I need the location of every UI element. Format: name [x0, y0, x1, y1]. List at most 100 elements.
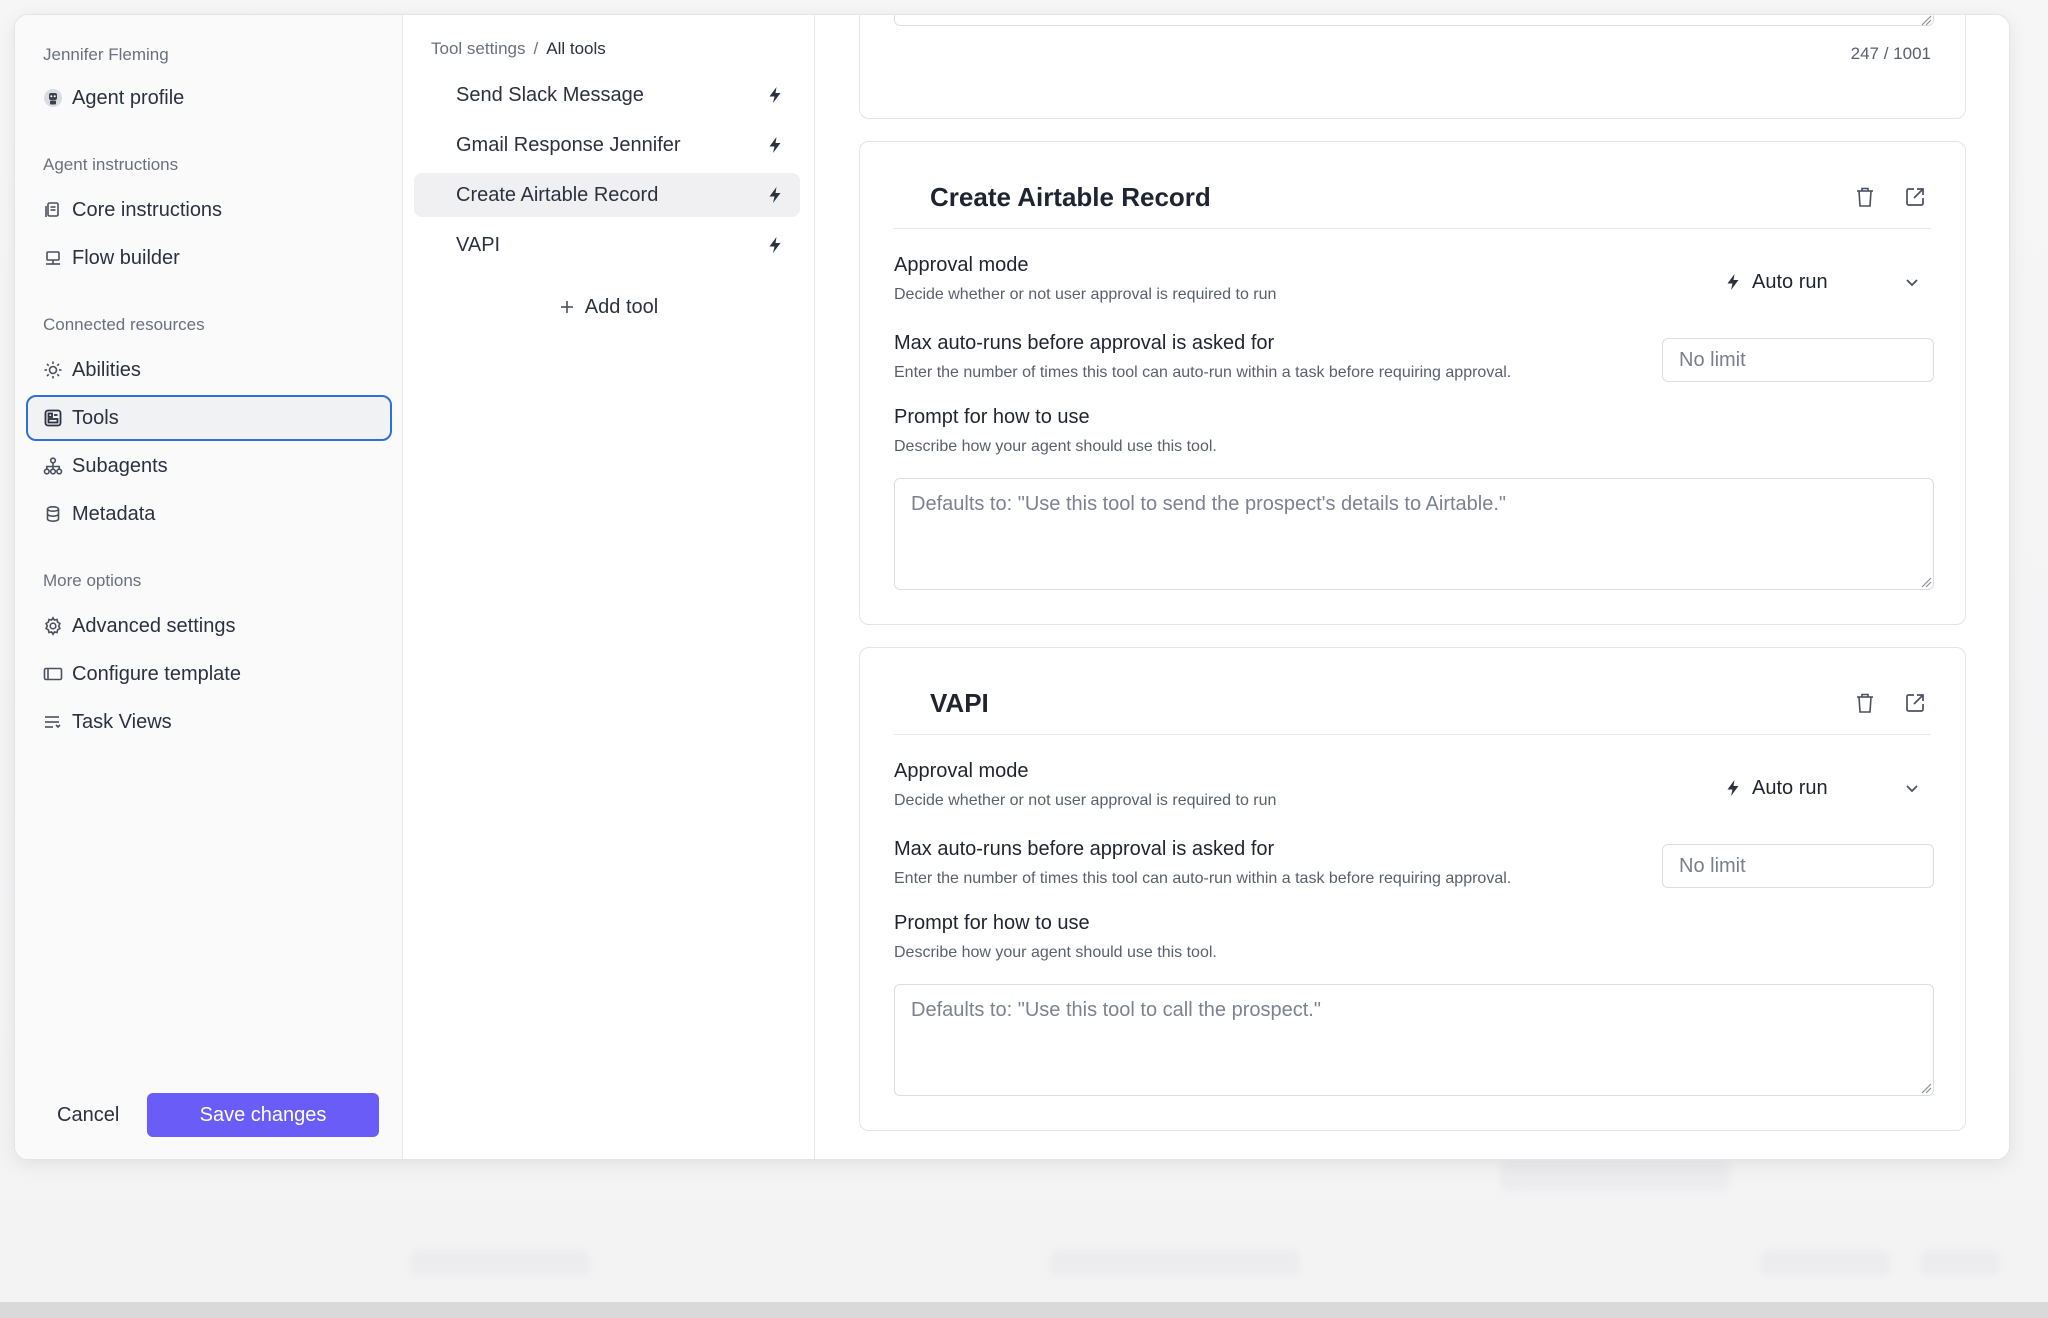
prompt-textarea-previous[interactable] [894, 15, 1934, 26]
approval-mode-label: Approval mode [894, 760, 1029, 782]
approval-mode-label: Approval mode [894, 254, 1029, 276]
lightning-icon [769, 137, 781, 153]
background-blur [410, 1250, 590, 1276]
tools-list-panel: Tool settings / All tools Send Slack Mes… [403, 15, 815, 1159]
max-auto-runs-input[interactable] [1662, 844, 1934, 888]
monitor-icon [42, 247, 64, 269]
approval-mode-value: Auto run [1752, 270, 1828, 293]
approval-mode-select[interactable]: Auto run [1710, 766, 1934, 810]
max-auto-runs-input[interactable] [1662, 338, 1934, 382]
background-blur [1760, 1250, 1890, 1276]
section-label-instructions: Agent instructions [43, 155, 179, 174]
cancel-button[interactable]: Cancel [43, 1093, 133, 1137]
max-auto-runs-label: Max auto-runs before approval is asked f… [894, 838, 1275, 860]
tool-card-title: VAPI [930, 688, 989, 718]
breadcrumb-separator: / [533, 39, 539, 58]
prompt-label: Prompt for how to use [894, 912, 1090, 934]
tool-card-create-airtable-record: Create Airtable Record Approval mode Dec… [859, 141, 1966, 625]
tool-item[interactable]: Gmail Response Jennifer [414, 123, 800, 167]
tools-icon [42, 407, 64, 429]
tool-item-label: Send Slack Message [456, 83, 644, 106]
agent-settings-modal: Jennifer Fleming Agent profile Agent ins… [14, 14, 2010, 1160]
document-icon [42, 199, 64, 221]
chevron-down-icon [1906, 785, 1918, 793]
tool-item-label: VAPI [456, 233, 501, 256]
trash-icon[interactable] [1852, 690, 1878, 716]
breadcrumb: Tool settings / All tools [431, 39, 606, 59]
nav-label: Flow builder [72, 246, 180, 269]
save-changes-button[interactable]: Save changes [147, 1093, 379, 1137]
background-blur [1920, 1250, 2000, 1276]
nav-item-task-views[interactable]: Task Views [26, 699, 392, 745]
resize-handle-icon[interactable] [1920, 14, 1932, 26]
section-label-more: More options [43, 571, 142, 590]
approval-mode-select[interactable]: Auto run [1710, 260, 1934, 304]
nav-item-subagents[interactable]: Subagents [26, 443, 392, 489]
hierarchy-icon [42, 455, 64, 477]
character-counter: 247 / 1001 [1850, 44, 1931, 63]
tool-item-label: Gmail Response Jennifer [456, 133, 681, 156]
approval-mode-help: Decide whether or not user approval is r… [894, 792, 1277, 809]
lightning-icon [769, 187, 781, 203]
prompt-textarea[interactable] [894, 478, 1934, 590]
max-auto-runs-label: Max auto-runs before approval is asked f… [894, 332, 1275, 354]
tool-card-title: Create Airtable Record [930, 182, 1211, 212]
nav-label: Configure template [72, 662, 241, 685]
plus-icon [560, 301, 573, 313]
prompt-help: Describe how your agent should use this … [894, 438, 1217, 455]
nav-item-agent-profile[interactable]: Agent profile [26, 75, 392, 121]
lightning-icon [1727, 274, 1739, 290]
tool-card-vapi: VAPI Approval mode Decide whether or not… [859, 647, 1966, 1131]
bottom-strip [0, 1302, 2048, 1318]
resize-handle-icon[interactable] [1920, 576, 1932, 588]
breadcrumb-current: All tools [546, 39, 606, 58]
tool-detail-panel: 247 / 1001 Create Airtable Record Approv… [815, 15, 2009, 1159]
database-icon [42, 503, 64, 525]
section-label-resources: Connected resources [43, 315, 205, 334]
prompt-label: Prompt for how to use [894, 406, 1090, 428]
external-link-icon[interactable] [1902, 690, 1928, 716]
trash-icon[interactable] [1852, 184, 1878, 210]
nav-item-core-instructions[interactable]: Core instructions [26, 187, 392, 233]
user-name: Jennifer Fleming [43, 45, 169, 64]
tool-item-label: Create Airtable Record [456, 183, 659, 206]
max-auto-runs-help: Enter the number of times this tool can … [894, 870, 1512, 887]
nav-label: Abilities [72, 358, 141, 381]
chevron-down-icon [1906, 279, 1918, 287]
breadcrumb-root[interactable]: Tool settings [431, 39, 526, 59]
resize-handle-icon[interactable] [1920, 1082, 1932, 1094]
nav-item-configure-template[interactable]: Configure template [26, 651, 392, 697]
nav-label: Agent profile [72, 86, 185, 109]
sun-icon [42, 359, 64, 381]
nav-item-flow-builder[interactable]: Flow builder [26, 235, 392, 281]
lightning-icon [769, 237, 781, 253]
nav-item-metadata[interactable]: Metadata [26, 491, 392, 537]
add-tool-label: Add tool [584, 295, 659, 318]
prompt-textarea[interactable] [894, 984, 1934, 1096]
prompt-help: Describe how your agent should use this … [894, 944, 1217, 961]
tool-item[interactable]: Send Slack Message [414, 73, 800, 117]
nav-item-advanced-settings[interactable]: Advanced settings [26, 603, 392, 649]
nav-label: Advanced settings [72, 614, 236, 637]
divider [894, 734, 1931, 735]
add-tool-button[interactable]: Add tool [403, 287, 814, 327]
background-blur [1050, 1250, 1300, 1276]
nav-label: Tools [72, 406, 119, 429]
tool-item-selected[interactable]: Create Airtable Record [414, 173, 800, 217]
list-filter-icon [42, 711, 64, 733]
nav-label: Core instructions [72, 198, 223, 221]
nav-label: Subagents [72, 454, 168, 477]
tool-card-previous: 247 / 1001 [859, 14, 1966, 119]
approval-mode-help: Decide whether or not user approval is r… [894, 286, 1277, 303]
external-link-icon[interactable] [1902, 184, 1928, 210]
template-icon [42, 663, 64, 685]
approval-mode-value: Auto run [1752, 776, 1828, 799]
settings-nav: Jennifer Fleming Agent profile Agent ins… [15, 15, 403, 1159]
tool-item[interactable]: VAPI [414, 223, 800, 267]
lightning-icon [769, 87, 781, 103]
nav-item-tools[interactable]: Tools [26, 395, 392, 441]
nav-item-abilities[interactable]: Abilities [26, 347, 392, 393]
divider [894, 228, 1931, 229]
max-auto-runs-help: Enter the number of times this tool can … [894, 364, 1512, 381]
robot-icon [42, 87, 64, 109]
